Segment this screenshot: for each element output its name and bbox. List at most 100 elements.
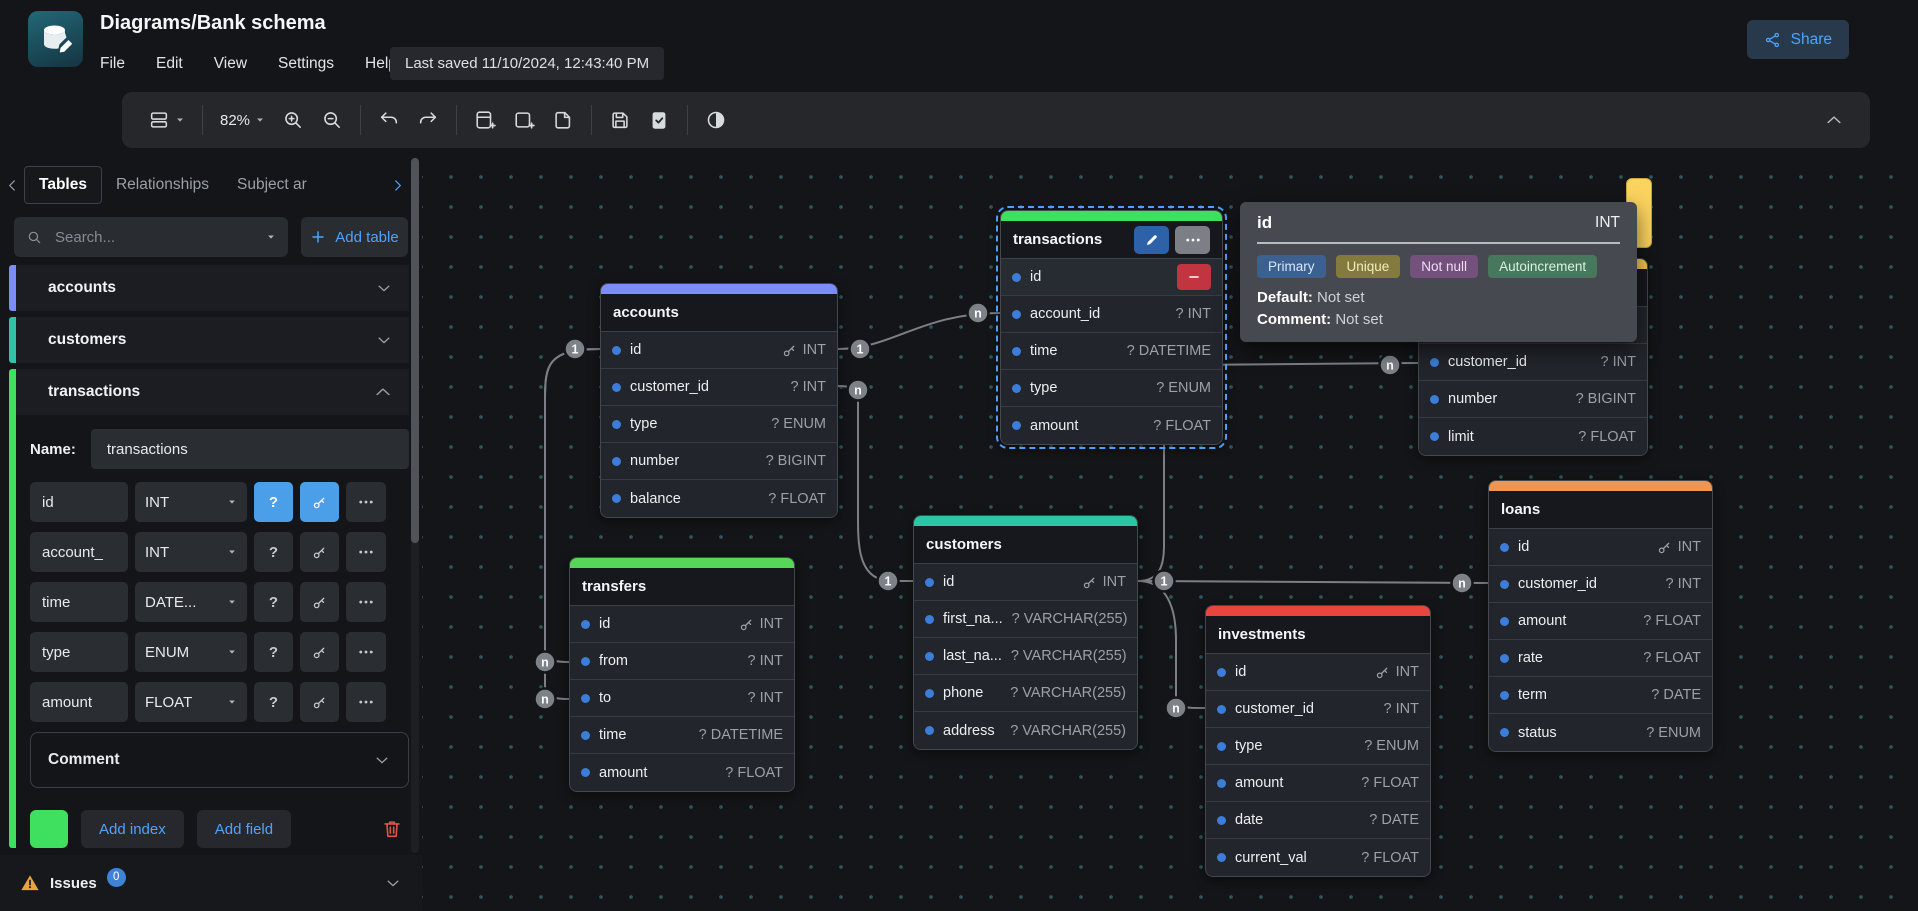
field-type-select[interactable]: DATE... bbox=[135, 582, 247, 622]
nullable-toggle[interactable]: ? bbox=[254, 582, 293, 622]
table-field-row[interactable]: first_na...? VARCHAR(255) bbox=[914, 601, 1137, 638]
table-field-row[interactable]: number? BIGINT bbox=[1419, 381, 1647, 418]
table-field-row[interactable]: term? DATE bbox=[1489, 677, 1712, 714]
share-button[interactable]: Share bbox=[1747, 20, 1849, 59]
table-field-row[interactable]: balance? FLOAT bbox=[601, 480, 837, 517]
table-field-row[interactable]: customer_id? INT bbox=[601, 369, 837, 406]
table-field-row[interactable]: date? DATE bbox=[1206, 802, 1430, 839]
tab-tables[interactable]: Tables bbox=[24, 166, 102, 204]
add-table-sidebar-button[interactable]: Add table bbox=[301, 217, 408, 257]
table-field-row[interactable]: amount? FLOAT bbox=[570, 754, 794, 791]
zoom-out-button[interactable] bbox=[321, 109, 343, 131]
menu-item-file[interactable]: File bbox=[100, 55, 125, 73]
nullable-toggle[interactable]: ? bbox=[254, 482, 293, 522]
table-name-input[interactable] bbox=[91, 429, 409, 469]
relationship-line[interactable] bbox=[838, 386, 913, 581]
table-field-row[interactable]: limit? FLOAT bbox=[1419, 418, 1647, 455]
table-field-row[interactable]: amount? FLOAT bbox=[1206, 765, 1430, 802]
field-name-input[interactable]: amount bbox=[30, 682, 128, 722]
delete-field-button[interactable] bbox=[1177, 264, 1211, 290]
table-field-row[interactable]: from? INT bbox=[570, 643, 794, 680]
scrollbar-thumb[interactable] bbox=[411, 158, 419, 543]
table-field-row[interactable]: id bbox=[1001, 259, 1222, 296]
field-name-input[interactable]: time bbox=[30, 582, 128, 622]
tabs-scroll-left-button[interactable] bbox=[0, 177, 24, 194]
table-field-row[interactable]: account_id? INT bbox=[1001, 296, 1222, 333]
table-field-row[interactable]: idINT bbox=[1489, 529, 1712, 566]
field-name-input[interactable]: id bbox=[30, 482, 128, 522]
redo-button[interactable] bbox=[417, 109, 439, 131]
relationship-line[interactable] bbox=[1138, 581, 1205, 708]
table-search[interactable] bbox=[14, 217, 288, 257]
sidebar-scrollbar[interactable] bbox=[411, 158, 419, 853]
field-type-select[interactable]: INT bbox=[135, 482, 247, 522]
table-field-row[interactable]: type? ENUM bbox=[1001, 370, 1222, 407]
add-index-button[interactable]: Add index bbox=[81, 810, 184, 848]
nullable-toggle[interactable]: ? bbox=[254, 682, 293, 722]
table-field-row[interactable]: idINT bbox=[570, 606, 794, 643]
field-type-select[interactable]: ENUM bbox=[135, 632, 247, 672]
diagram-table-loans[interactable]: loansidINTcustomer_id? INTamount? FLOATr… bbox=[1488, 480, 1713, 752]
table-field-row[interactable]: customer_id? INT bbox=[1206, 691, 1430, 728]
table-field-row[interactable]: address? VARCHAR(255) bbox=[914, 712, 1137, 749]
table-field-row[interactable]: last_na...? VARCHAR(255) bbox=[914, 638, 1137, 675]
table-field-row[interactable]: time? DATETIME bbox=[1001, 333, 1222, 370]
table-field-row[interactable]: type? ENUM bbox=[1206, 728, 1430, 765]
table-field-row[interactable]: idINT bbox=[1206, 654, 1430, 691]
field-more-button[interactable] bbox=[346, 582, 386, 622]
nullable-toggle[interactable]: ? bbox=[254, 632, 293, 672]
tab-relationships[interactable]: Relationships bbox=[102, 167, 223, 203]
primary-key-toggle[interactable] bbox=[300, 682, 339, 722]
diagram-table-accounts[interactable]: accountsidINTcustomer_id? INTtype? ENUMn… bbox=[600, 283, 838, 518]
field-type-select[interactable]: INT bbox=[135, 532, 247, 572]
add-table-button[interactable] bbox=[474, 109, 496, 131]
edit-table-button[interactable] bbox=[1134, 226, 1169, 254]
table-field-row[interactable]: idINT bbox=[914, 564, 1137, 601]
app-logo[interactable] bbox=[28, 11, 83, 67]
add-area-button[interactable] bbox=[513, 109, 535, 131]
field-name-input[interactable]: account_ bbox=[30, 532, 128, 572]
primary-key-toggle[interactable] bbox=[300, 632, 339, 672]
menu-item-settings[interactable]: Settings bbox=[278, 55, 334, 73]
table-field-row[interactable]: to? INT bbox=[570, 680, 794, 717]
theme-toggle-button[interactable] bbox=[705, 109, 727, 131]
undo-button[interactable] bbox=[378, 109, 400, 131]
diagram-canvas[interactable]: 1nn1n1n1nnn accountsidINTcustomer_id? IN… bbox=[422, 150, 1918, 911]
primary-key-toggle[interactable] bbox=[300, 582, 339, 622]
table-field-row[interactable]: rate? FLOAT bbox=[1489, 640, 1712, 677]
collapse-toolbar-button[interactable] bbox=[1824, 110, 1844, 130]
diagram-table-transactions[interactable]: transactionsidaccount_id? INTtime? DATET… bbox=[1000, 210, 1223, 445]
issues-bar[interactable]: Issues 0 bbox=[0, 855, 422, 911]
accordion-header-accounts[interactable]: accounts bbox=[16, 265, 409, 311]
tab-subject-ar[interactable]: Subject ar bbox=[223, 167, 321, 203]
nullable-toggle[interactable]: ? bbox=[254, 532, 293, 572]
relationship-line[interactable] bbox=[1138, 581, 1488, 583]
table-field-row[interactable]: amount? FLOAT bbox=[1489, 603, 1712, 640]
table-field-row[interactable]: amount? FLOAT bbox=[1001, 407, 1222, 444]
table-field-row[interactable]: status? ENUM bbox=[1489, 714, 1712, 751]
diagram-table-customers[interactable]: customersidINTfirst_na...? VARCHAR(255)l… bbox=[913, 515, 1138, 750]
field-more-button[interactable] bbox=[346, 532, 386, 572]
menu-item-view[interactable]: View bbox=[214, 55, 247, 73]
field-type-select[interactable]: FLOAT bbox=[135, 682, 247, 722]
table-more-button[interactable] bbox=[1175, 226, 1210, 254]
zoom-in-button[interactable] bbox=[282, 109, 304, 131]
comment-section[interactable]: Comment bbox=[30, 732, 409, 788]
field-more-button[interactable] bbox=[346, 482, 386, 522]
primary-key-toggle[interactable] bbox=[300, 532, 339, 572]
delete-table-button[interactable] bbox=[381, 818, 403, 840]
table-field-row[interactable]: customer_id? INT bbox=[1419, 344, 1647, 381]
field-name-input[interactable]: type bbox=[30, 632, 128, 672]
add-note-button[interactable] bbox=[552, 109, 574, 131]
add-field-button[interactable]: Add field bbox=[197, 810, 291, 848]
todo-button[interactable] bbox=[648, 109, 670, 131]
accordion-header-transactions[interactable]: transactions bbox=[16, 369, 409, 415]
table-field-row[interactable]: phone? VARCHAR(255) bbox=[914, 675, 1137, 712]
chevron-down-icon[interactable] bbox=[384, 874, 402, 892]
field-more-button[interactable] bbox=[346, 682, 386, 722]
table-field-row[interactable]: customer_id? INT bbox=[1489, 566, 1712, 603]
tabs-scroll-right-button[interactable] bbox=[389, 177, 406, 194]
accordion-header-customers[interactable]: customers bbox=[16, 317, 409, 363]
primary-key-toggle[interactable] bbox=[300, 482, 339, 522]
search-input[interactable] bbox=[53, 228, 256, 247]
